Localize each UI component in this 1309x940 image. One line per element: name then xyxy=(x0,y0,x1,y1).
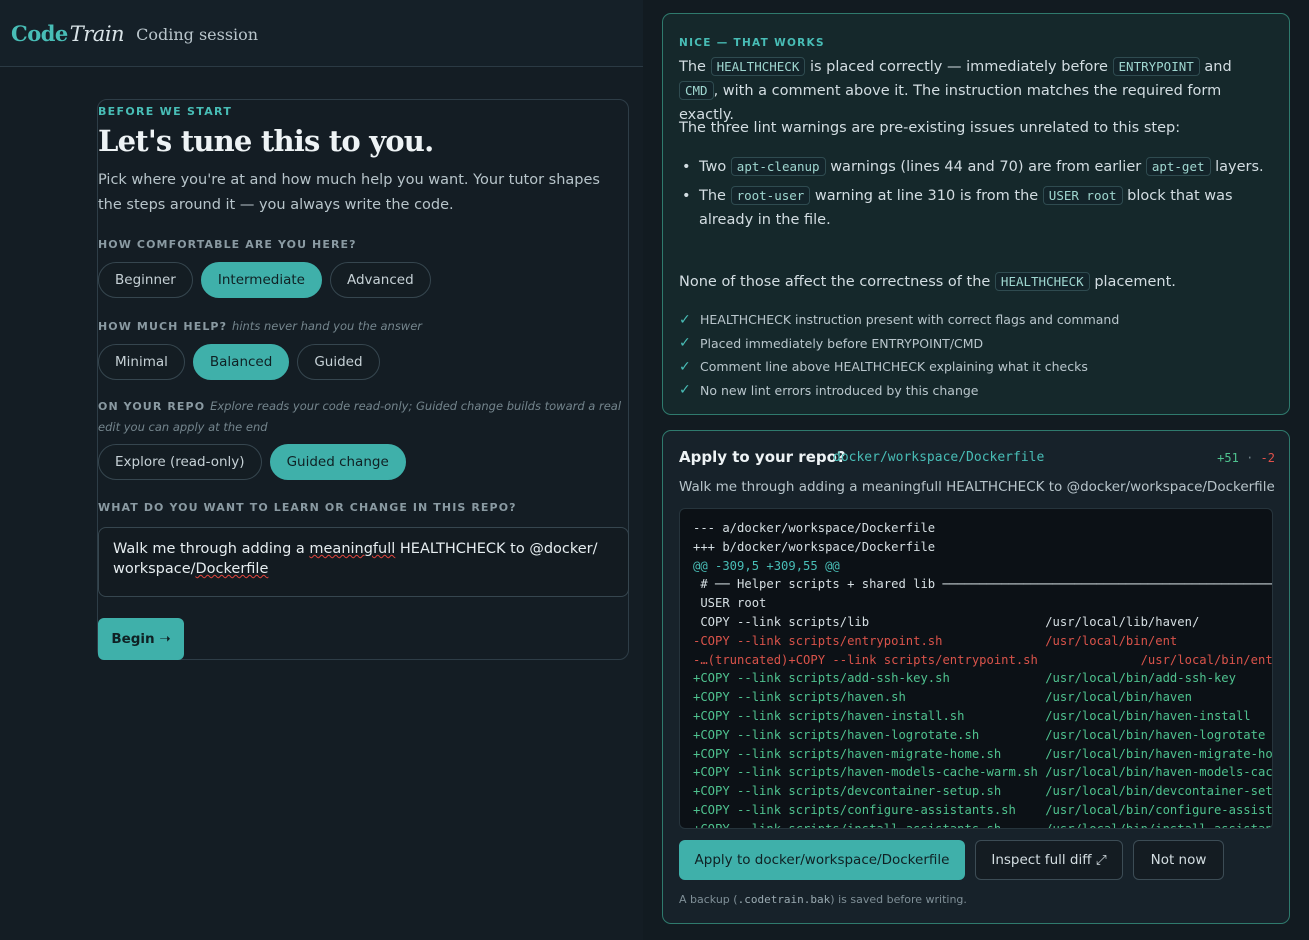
repo-option-explore[interactable]: Explore (read-only) xyxy=(98,444,262,480)
comfort-option-advanced[interactable]: Advanced xyxy=(329,262,431,298)
setup-headline: Let's tune this to you. xyxy=(98,124,434,158)
inspect-diff-button[interactable]: Inspect full diff ⤢ xyxy=(975,840,1123,880)
diff-line: +COPY --link scripts/install-assistants.… xyxy=(693,821,1273,829)
apply-title: Apply to your repo? xyxy=(679,448,846,466)
feedback-kicker: NICE — THAT WORKS xyxy=(679,37,825,49)
comfort-option-beginner[interactable]: Beginner xyxy=(98,262,193,298)
comfort-option-intermediate[interactable]: Intermediate xyxy=(200,262,322,298)
not-now-button[interactable]: Not now xyxy=(1133,840,1224,880)
diff-line: @@ -309,5 +309,55 @@ xyxy=(693,558,840,573)
help-option-balanced[interactable]: Balanced xyxy=(192,344,290,380)
check-item: ✓ No new lint errors introduced by this c… xyxy=(679,382,979,399)
checkmark-icon: ✓ xyxy=(679,382,691,399)
diff-line: --- a/docker/workspace/Dockerfile xyxy=(693,521,936,535)
codetrain-logo[interactable]: CodeTrain xyxy=(11,21,125,46)
setup-pane: CodeTrain Coding session BEFORE WE START… xyxy=(0,0,643,940)
diff-line: -…(truncated)+COPY --link scripts/entryp… xyxy=(693,652,1273,667)
diff-line: +COPY --link scripts/devcontainer-setup.… xyxy=(693,784,1273,799)
diff-line: -COPY --link scripts/entrypoint.sh /usr/… xyxy=(693,633,1178,648)
setup-kicker: BEFORE WE START xyxy=(98,105,233,118)
repo-option-guided-change[interactable]: Guided change xyxy=(269,444,406,480)
feedback-paragraph-3: None of those affect the correctness of … xyxy=(679,272,1176,291)
check-item: ✓ Comment line above HEALTHCHECK explaini… xyxy=(679,358,1088,375)
diff-line: USER root xyxy=(693,596,767,611)
comfort-label: HOW COMFORTABLE ARE YOU HERE? xyxy=(98,238,357,251)
diff-line: COPY --link scripts/lib /usr/local/lib/h… xyxy=(693,614,1200,629)
help-hint: hints never hand you the answer xyxy=(232,319,423,333)
checkmark-icon: ✓ xyxy=(679,335,691,352)
top-bar: CodeTrain Coding session xyxy=(0,0,643,67)
diff-line: +COPY --link scripts/haven-models-cache-… xyxy=(693,765,1273,780)
learn-input[interactable]: Walk me through adding a meaningfull HEA… xyxy=(98,527,629,597)
check-item: ✓ Placed immediately before ENTRYPOINT/CM… xyxy=(679,335,984,352)
checkmark-icon: ✓ xyxy=(679,311,691,328)
diff-line: +COPY --link scripts/haven-migrate-home.… xyxy=(693,746,1273,761)
checklist: ✓ HEALTHCHECK instruction present with co… xyxy=(679,308,1119,402)
backup-note: A backup (.codetrain.bak) is saved befor… xyxy=(679,893,967,906)
feedback-card: NICE — THAT WORKS The HEALTHCHECK is pla… xyxy=(662,13,1290,415)
feedback-bullet-1: • Two apt-cleanup warnings (lines 44 and … xyxy=(682,157,1264,176)
diff-line: +COPY --link scripts/add-ssh-key.sh /usr… xyxy=(693,671,1236,686)
apply-card: Apply to your repo? docker/workspace/Doc… xyxy=(662,430,1290,924)
help-option-minimal[interactable]: Minimal xyxy=(98,344,185,380)
apply-file-path: docker/workspace/Dockerfile xyxy=(833,450,1045,465)
feedback-paragraph-2: The three lint warnings are pre-existing… xyxy=(679,120,1181,136)
apply-button[interactable]: Apply to docker/workspace/Dockerfile xyxy=(679,840,965,880)
repo-options: Explore (read-only) Guided change xyxy=(98,444,406,480)
setup-card: BEFORE WE START Let's tune this to you. … xyxy=(97,99,629,660)
feedback-bullet-2: • The root-user warning at line 310 is fr… xyxy=(682,186,1233,228)
help-options: Minimal Balanced Guided xyxy=(98,344,380,380)
begin-button[interactable]: Begin ➝ xyxy=(98,618,184,660)
check-item: ✓ HEALTHCHECK instruction present with co… xyxy=(679,311,1120,328)
apply-description: Walk me through adding a meaningfull HEA… xyxy=(679,479,1275,495)
diff-viewer[interactable]: --- a/docker/workspace/Dockerfile +++ b/d… xyxy=(679,508,1273,829)
tutor-pane: NICE — THAT WORKS The HEALTHCHECK is pla… xyxy=(643,0,1309,940)
diff-line: +COPY --link scripts/haven-logrotate.sh … xyxy=(693,727,1266,742)
help-label: HOW MUCH HELP? hints never hand you the … xyxy=(98,319,423,333)
repo-label: ON YOUR REPO Explore reads your code rea… xyxy=(98,399,622,434)
diff-line: +++ b/docker/workspace/Dockerfile xyxy=(693,539,936,554)
diff-line: +COPY --link scripts/haven.sh /usr/local… xyxy=(693,690,1192,705)
learn-label: WHAT DO YOU WANT TO LEARN OR CHANGE IN T… xyxy=(98,501,517,514)
checkmark-icon: ✓ xyxy=(679,358,691,375)
diff-line: +COPY --link scripts/configure-assistant… xyxy=(693,802,1273,817)
session-title: Coding session xyxy=(136,24,259,44)
help-option-guided[interactable]: Guided xyxy=(297,344,380,380)
setup-subtitle: Pick where you're at and how much help y… xyxy=(98,172,600,213)
diff-line: +COPY --link scripts/haven-install.sh /u… xyxy=(693,708,1251,723)
diff-line: # ── Helper scripts + shared lib ───────… xyxy=(693,577,1273,592)
diff-stats: +51 · -2 xyxy=(1217,451,1275,465)
comfort-options: Beginner Intermediate Advanced xyxy=(98,262,431,298)
